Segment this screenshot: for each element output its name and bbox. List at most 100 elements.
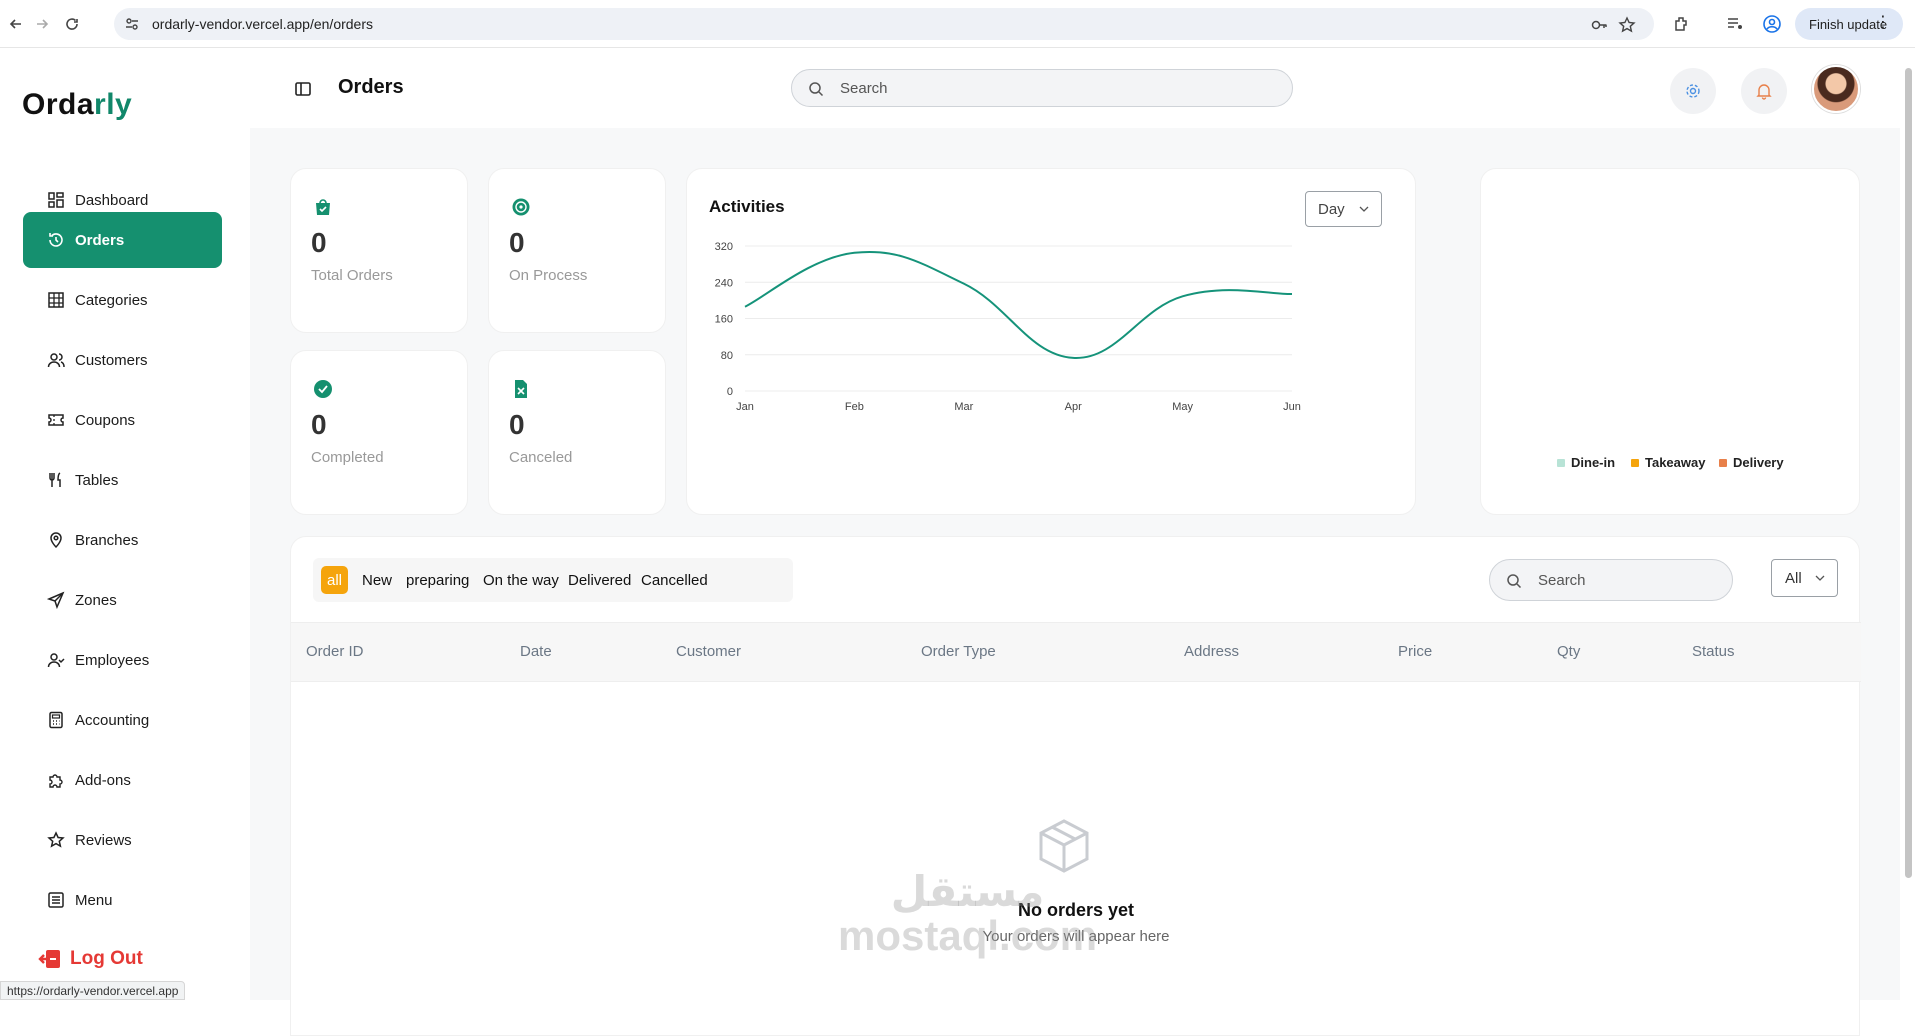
url-text[interactable]: ordarly-vendor.vercel.app/en/orders	[152, 16, 373, 32]
legend-swatch	[1631, 458, 1639, 467]
notifications-button[interactable]	[1741, 68, 1787, 114]
column-header-price[interactable]: Price	[1398, 643, 1432, 660]
search-icon	[809, 82, 824, 97]
column-header-address[interactable]: Address	[1184, 643, 1239, 660]
extensions-icon[interactable]	[1672, 14, 1692, 34]
sidebar-item-label: Tables	[75, 471, 119, 489]
column-header-customer[interactable]: Customer	[676, 643, 741, 660]
legend-item-takeaway: Takeaway	[1631, 455, 1705, 470]
sidebar-item-reviews[interactable]: Reviews	[23, 812, 222, 868]
sidebar-item-label: Orders	[75, 231, 125, 249]
back-icon[interactable]	[4, 12, 28, 36]
activities-line-chart: 0 80 160 240 320 Jan Feb Mar Apr May Jun	[715, 241, 1301, 413]
watermark-arabic: مستقل	[890, 868, 1045, 915]
sidebar-item-customers[interactable]: Customers	[23, 332, 222, 388]
stat-card-canceled: 0 Canceled	[488, 350, 666, 515]
brand-logo[interactable]: Ordarly	[22, 88, 132, 122]
stat-label: Canceled	[509, 449, 573, 466]
main-content: Orders Search 0 Total Orders 0 On Proces…	[250, 48, 1900, 1036]
stat-label: Completed	[311, 449, 384, 466]
password-key-icon[interactable]	[1590, 16, 1608, 34]
sidebar-toggle-icon[interactable]	[294, 80, 312, 98]
watermark: مستقل mostaql.com	[838, 870, 1097, 958]
sidebar-item-label: Accounting	[75, 711, 150, 729]
chevron-down-icon	[1815, 575, 1825, 581]
browser-toolbar: ordarly-vendor.vercel.app/en/orders Fini…	[0, 0, 1915, 48]
sidebar-item-label: Coupons	[75, 411, 136, 429]
legend-item-dine-in: Dine-in	[1557, 455, 1615, 470]
sidebar: Ordarly Dashboard Orders Categories Cust…	[0, 48, 250, 1000]
media-controls-icon[interactable]	[1725, 14, 1745, 34]
sidebar-item-label: Add-ons	[75, 771, 131, 789]
x-tick-label: Mar	[954, 401, 973, 413]
stat-card-on-process: 0 On Process	[488, 168, 666, 333]
column-header-qty[interactable]: Qty	[1557, 643, 1580, 660]
legend-swatch	[1557, 458, 1565, 467]
watermark-latin: mostaql.com	[838, 912, 1098, 959]
column-header-order-type[interactable]: Order Type	[921, 643, 996, 660]
sidebar-item-coupons[interactable]: Coupons	[23, 392, 222, 448]
puzzle-icon	[49, 774, 63, 788]
bookmark-star-icon[interactable]	[1618, 16, 1636, 34]
ticket-icon	[48, 414, 64, 426]
finish-update-button[interactable]: Finish update ⋮	[1795, 8, 1903, 40]
reload-icon[interactable]	[60, 12, 84, 36]
avatar[interactable]	[1812, 65, 1860, 113]
tab-cancelled[interactable]: Cancelled	[635, 566, 714, 594]
x-tick-label: Jun	[1283, 401, 1301, 413]
check-circle-icon	[314, 380, 332, 398]
sidebar-item-branches[interactable]: Branches	[23, 512, 222, 568]
settings-button[interactable]	[1670, 68, 1716, 114]
sidebar-item-label: Customers	[75, 351, 148, 369]
bell-icon	[1756, 84, 1772, 100]
orders-table-header: Order ID Date Customer Order Type Addres…	[291, 622, 1861, 682]
stat-label: On Process	[509, 267, 588, 284]
stat-value: 0	[509, 409, 525, 440]
history-icon	[49, 233, 63, 247]
tab-preparing[interactable]: preparing	[400, 566, 475, 594]
column-header-status[interactable]: Status	[1692, 643, 1735, 660]
logout-label: Log Out	[70, 948, 143, 969]
users-icon	[47, 353, 65, 368]
dashboard-icon	[48, 192, 64, 208]
column-header-order-id[interactable]: Order ID	[306, 643, 364, 660]
orders-card: all New preparing On the way Delivered C…	[290, 536, 1861, 1036]
sidebar-item-accounting[interactable]: Accounting	[23, 692, 222, 748]
sidebar-item-add-ons[interactable]: Add-ons	[23, 752, 222, 808]
tab-delivered[interactable]: Delivered	[562, 566, 637, 594]
legend-item-delivery: Delivery	[1719, 455, 1784, 470]
profile-icon[interactable]	[1762, 14, 1782, 34]
sidebar-item-tables[interactable]: Tables	[23, 452, 222, 508]
order-status-tabs: all New preparing On the way Delivered C…	[313, 558, 793, 602]
y-tick-label: 80	[721, 350, 733, 362]
map-pin-icon	[50, 532, 62, 549]
order-type-card: Dine-in Takeaway Delivery	[1480, 168, 1860, 515]
tab-all[interactable]: all	[321, 566, 349, 594]
header-search-input[interactable]: Search	[791, 69, 1293, 107]
sidebar-item-zones[interactable]: Zones	[23, 572, 222, 628]
scrollbar-thumb[interactable]	[1905, 68, 1912, 878]
more-vert-icon: ⋮	[1875, 14, 1891, 31]
sidebar-item-orders[interactable]: Orders	[23, 212, 222, 268]
tab-on-the-way[interactable]: On the way	[477, 566, 565, 594]
page-scrollbar[interactable]	[1901, 48, 1915, 1000]
stat-card-total-orders: 0 Total Orders	[290, 168, 468, 333]
tab-new[interactable]: New	[356, 566, 398, 594]
orders-filter-select[interactable]: All	[1771, 559, 1838, 597]
send-icon	[47, 591, 65, 609]
column-header-date[interactable]: Date	[520, 643, 552, 660]
forward-icon[interactable]	[30, 12, 54, 36]
user-check-icon	[47, 653, 65, 668]
logout-icon	[38, 950, 60, 968]
sidebar-item-categories[interactable]: Categories	[23, 272, 222, 328]
sidebar-item-menu[interactable]: Menu	[23, 872, 222, 928]
orders-search-input[interactable]: Search	[1489, 559, 1733, 601]
top-header: Orders Search	[250, 48, 1900, 128]
address-bar[interactable]: ordarly-vendor.vercel.app/en/orders	[114, 8, 1654, 40]
sidebar-item-employees[interactable]: Employees	[23, 632, 222, 688]
menu-icon	[48, 892, 64, 908]
logout-button[interactable]: Log Out	[38, 948, 143, 970]
activities-card: Activities Day 0 80 160 240 320 Jan Feb Mar Apr M…	[686, 168, 1416, 515]
site-settings-icon[interactable]	[124, 16, 140, 32]
stat-value: 0	[509, 227, 525, 258]
